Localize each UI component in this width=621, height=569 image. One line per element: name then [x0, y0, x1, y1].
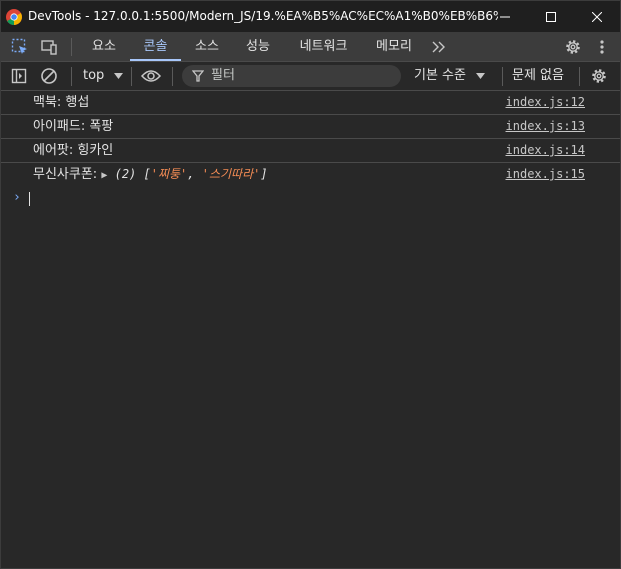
context-selector[interactable]: top	[83, 62, 124, 90]
console-toolbar: top 필터 기본 수준 문제 없음	[1, 62, 620, 91]
tab-memory[interactable]: 메모리	[367, 32, 421, 61]
close-icon	[592, 11, 602, 22]
text-caret	[29, 192, 30, 206]
array-length: (2)	[114, 167, 137, 181]
array-item: '찌퉁'	[150, 167, 188, 181]
toolbar-separator	[172, 67, 173, 86]
sidebar-toggle-icon[interactable]	[9, 66, 29, 86]
minimize-button[interactable]	[482, 1, 528, 32]
array-preview[interactable]: ▶ (2) ['찌퉁', '스기따라']	[101, 167, 267, 181]
window-title: DevTools - 127.0.0.1:5500/Modern_JS/19.%…	[28, 9, 498, 23]
message-label: 무신사쿠폰:	[33, 167, 98, 182]
context-label: top	[83, 68, 105, 83]
tab-performance[interactable]: 성능	[234, 32, 282, 61]
expand-triangle-icon[interactable]: ▶	[101, 170, 107, 181]
array-item: '스기따라'	[201, 167, 261, 181]
maximize-button[interactable]	[528, 1, 574, 32]
console-message: 에어팟: 힝카인 index.js:14	[1, 139, 620, 163]
toolbar-separator	[579, 67, 580, 86]
more-tabs-icon[interactable]	[428, 36, 450, 58]
settings-icon[interactable]	[562, 36, 584, 58]
toolbar-separator	[502, 67, 503, 86]
device-toolbar-icon[interactable]	[38, 36, 60, 58]
issues-counter[interactable]: 문제 없음	[512, 62, 564, 90]
source-link[interactable]: index.js:14	[506, 139, 585, 162]
toolbar-separator	[131, 67, 132, 86]
tab-network[interactable]: 네트워크	[290, 32, 357, 61]
log-levels-label: 기본 수준	[414, 68, 466, 83]
devtools-tab-bar: 요소 콘솔 소스 성능 네트워크 메모리	[1, 32, 620, 62]
dropdown-arrow-icon	[476, 73, 486, 79]
inspect-element-icon[interactable]	[9, 36, 31, 58]
tab-console[interactable]: 콘솔	[130, 32, 181, 61]
console-message: 맥북: 행섭 index.js:12	[1, 91, 620, 115]
live-expression-eye-icon[interactable]	[141, 66, 161, 86]
clear-console-icon[interactable]	[39, 66, 59, 86]
console-message: 아이패드: 폭팡 index.js:13	[1, 115, 620, 139]
source-link[interactable]: index.js:15	[506, 163, 585, 186]
console-message-text: 에어팟: 힝카인	[33, 143, 114, 158]
filter-icon	[192, 70, 204, 82]
tab-elements[interactable]: 요소	[80, 32, 128, 61]
tab-separator	[71, 38, 72, 56]
console-message: 무신사쿠폰: ▶ (2) ['찌퉁', '스기따라'] index.js:15	[1, 163, 620, 186]
chrome-icon	[6, 9, 22, 25]
filter-input[interactable]: 필터	[182, 65, 401, 87]
tab-sources[interactable]: 소스	[184, 32, 230, 61]
filter-placeholder: 필터	[211, 68, 235, 83]
console-message-text: 맥북: 행섭	[33, 95, 90, 110]
toolbar-separator	[71, 67, 72, 86]
title-bar: DevTools - 127.0.0.1:5500/Modern_JS/19.%…	[1, 1, 620, 32]
console-message-text: 무신사쿠폰: ▶ (2) ['찌퉁', '스기따라']	[33, 163, 268, 187]
dropdown-arrow-icon	[114, 73, 124, 79]
source-link[interactable]: index.js:12	[506, 91, 585, 114]
console-message-text: 아이패드: 폭팡	[33, 119, 114, 134]
console-prompt[interactable]: ›	[1, 186, 620, 210]
log-levels-dropdown[interactable]: 기본 수준	[414, 62, 486, 90]
more-options-icon[interactable]	[591, 36, 613, 58]
close-button[interactable]	[574, 1, 620, 32]
console-settings-icon[interactable]	[589, 66, 609, 86]
prompt-chevron-icon: ›	[13, 190, 21, 205]
source-link[interactable]: index.js:13	[506, 115, 585, 138]
minimize-icon	[500, 16, 510, 17]
maximize-icon	[546, 11, 556, 22]
console-output: 맥북: 행섭 index.js:12 아이패드: 폭팡 index.js:13 …	[1, 91, 620, 210]
